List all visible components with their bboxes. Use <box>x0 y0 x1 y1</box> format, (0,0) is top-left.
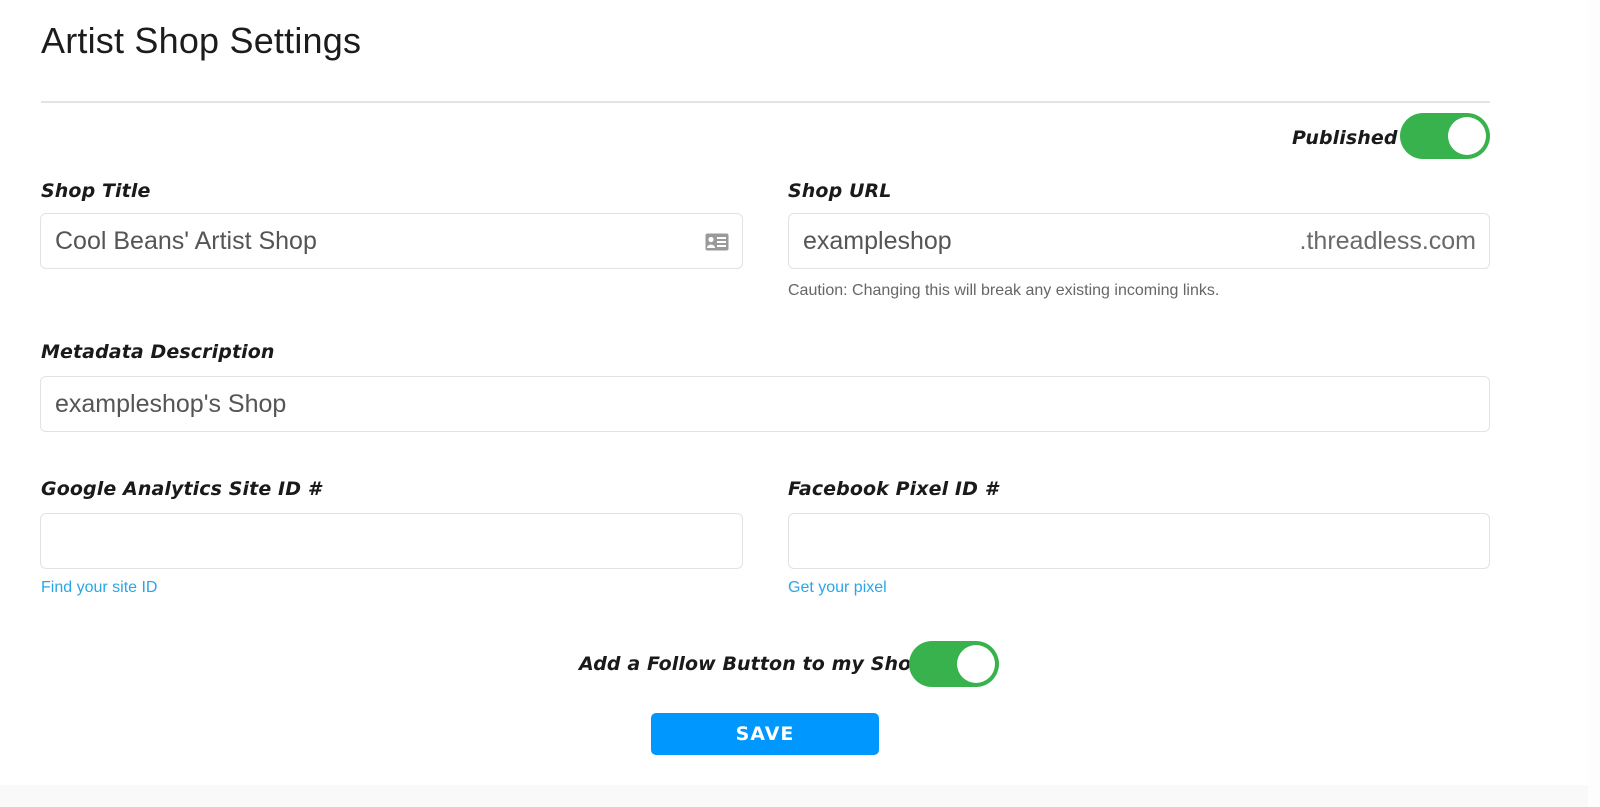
facebook-pixel-field[interactable] <box>788 513 1490 569</box>
google-analytics-label: Google Analytics Site ID # <box>41 478 322 500</box>
page-title: Artist Shop Settings <box>41 20 362 61</box>
header-divider <box>41 101 1490 103</box>
shop-title-input[interactable] <box>41 214 742 268</box>
get-pixel-link[interactable]: Get your pixel <box>788 579 887 597</box>
metadata-description-label: Metadata Description <box>41 341 275 363</box>
follow-button-toggle[interactable] <box>909 641 999 687</box>
shop-url-caution: Caution: Changing this will break any ex… <box>788 282 1220 299</box>
contact-card-icon <box>705 233 729 251</box>
facebook-pixel-label: Facebook Pixel ID # <box>788 478 999 500</box>
google-analytics-input[interactable] <box>41 514 742 568</box>
toggle-knob <box>1448 117 1486 155</box>
metadata-description-input[interactable] <box>41 377 1489 431</box>
published-toggle[interactable] <box>1400 113 1490 159</box>
footer-band <box>0 785 1600 807</box>
artist-shop-settings-page: Artist Shop Settings Published Shop Titl… <box>0 0 1600 807</box>
shop-url-field[interactable]: .threadless.com <box>788 213 1490 269</box>
google-analytics-field[interactable] <box>40 513 743 569</box>
follow-button-label: Add a Follow Button to my Shop <box>579 653 925 675</box>
facebook-pixel-input[interactable] <box>789 514 1489 568</box>
metadata-description-field[interactable] <box>40 376 1490 432</box>
shop-url-label: Shop URL <box>788 180 892 202</box>
shop-title-field[interactable] <box>40 213 743 269</box>
published-label: Published <box>1292 127 1398 149</box>
right-edge <box>1588 0 1600 807</box>
save-button[interactable]: SAVE <box>651 713 879 755</box>
shop-title-label: Shop Title <box>41 180 151 202</box>
toggle-knob <box>957 645 995 683</box>
shop-url-suffix: .threadless.com <box>1299 227 1476 255</box>
find-site-id-link[interactable]: Find your site ID <box>41 579 157 597</box>
